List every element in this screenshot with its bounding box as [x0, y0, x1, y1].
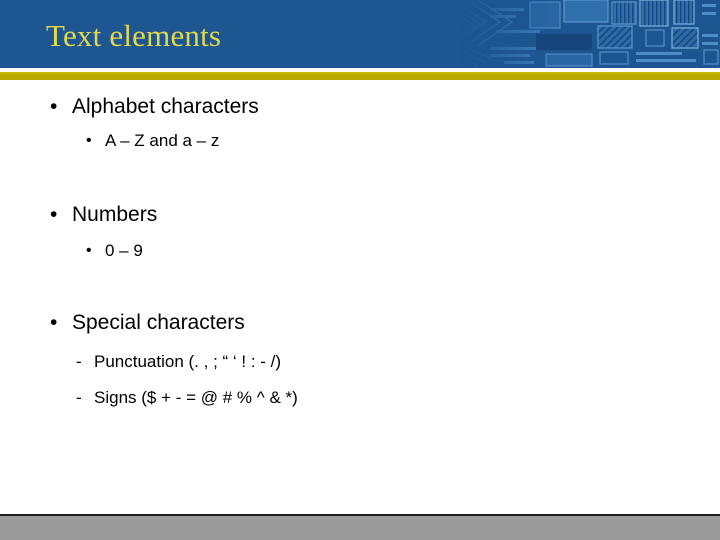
list-item: • 0 – 9 — [86, 240, 143, 262]
list-item: • Alphabet characters — [50, 94, 259, 120]
list-item-label: Special characters — [72, 311, 245, 334]
list-item-label: Signs ($ + - = @ # % ^ & *) — [94, 388, 298, 407]
header-divider-gold-highlight — [0, 72, 720, 74]
bullet-icon: • — [50, 203, 58, 226]
list-item-label: A – Z and a – z — [105, 131, 220, 150]
list-item: • Numbers — [50, 202, 157, 228]
dash-bullet-icon: - — [76, 388, 82, 407]
list-item-label: Alphabet characters — [72, 95, 259, 118]
slide-header: Text elements — [0, 0, 720, 68]
list-item: • Special characters — [50, 310, 245, 336]
slide-body: • Alphabet characters • A – Z and a – z … — [0, 80, 720, 515]
list-item-label: Numbers — [72, 203, 158, 226]
dash-bullet-icon: - — [76, 352, 82, 371]
bullet-icon: • — [50, 95, 58, 118]
list-item: - Signs ($ + - = @ # % ^ & *) — [76, 386, 298, 410]
list-item-label: 0 – 9 — [105, 241, 143, 260]
bullet-icon: • — [86, 132, 92, 149]
circuit-decoration-icon — [460, 0, 720, 68]
list-item: • A – Z and a – z — [86, 130, 219, 152]
footer-bar — [0, 516, 720, 540]
page-title: Text elements — [46, 18, 222, 53]
bullet-icon: • — [50, 311, 58, 334]
bullet-icon: • — [86, 242, 92, 259]
slide: Text elements • Alphabet characters • A … — [0, 0, 720, 540]
list-item-label: Punctuation (. , ; “ ‘ ! : - /) — [94, 352, 282, 371]
list-item: - Punctuation (. , ; “ ‘ ! : - /) — [76, 350, 281, 374]
